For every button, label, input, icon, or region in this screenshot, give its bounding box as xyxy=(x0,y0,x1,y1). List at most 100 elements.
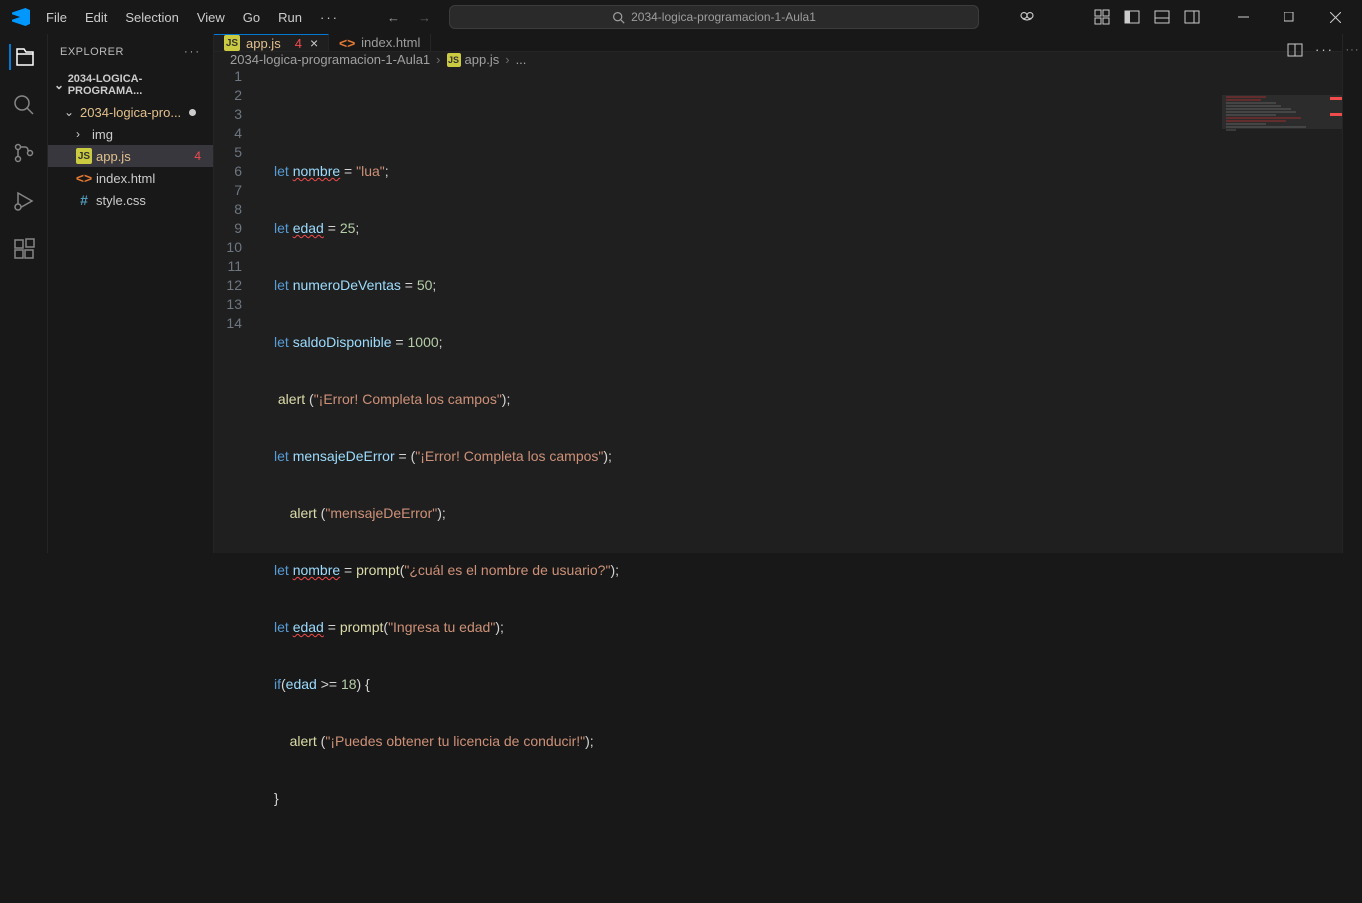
line-number: 5 xyxy=(214,143,242,162)
minimap[interactable] xyxy=(1222,95,1342,255)
layout-sidebar-left-icon[interactable] xyxy=(1124,9,1140,25)
tree-label: app.js xyxy=(96,149,131,164)
nav-arrows: ← → xyxy=(387,10,431,25)
tree-folder-img[interactable]: › img xyxy=(48,123,213,145)
code-editor[interactable]: 1 2 3 4 5 6 7 8 9 10 11 12 13 14 let nom… xyxy=(214,67,1342,903)
tab-appjs[interactable]: JS app.js 4 × xyxy=(214,34,329,51)
search-text: 2034-logica-programacion-1-Aula1 xyxy=(631,10,816,24)
menu-go[interactable]: Go xyxy=(235,6,268,29)
explorer-label: EXPLORER xyxy=(60,46,124,58)
layout-customize-icon[interactable] xyxy=(1094,9,1110,25)
tree-label: img xyxy=(92,127,113,142)
code-line: let nombre = prompt("¿cuál es el nombre … xyxy=(274,561,1342,580)
nav-forward-icon[interactable]: → xyxy=(418,10,431,25)
editor-area: JS app.js 4 × <> index.html ··· 2034-log… xyxy=(214,34,1342,553)
copilot-icon[interactable] xyxy=(1018,8,1036,26)
chevron-right-icon: › xyxy=(76,127,88,141)
line-number: 7 xyxy=(214,181,242,200)
code-line xyxy=(274,105,1342,124)
code-content[interactable]: let nombre = "lua"; let edad = 25; let n… xyxy=(260,67,1342,903)
css-file-icon: # xyxy=(76,192,92,208)
close-icon[interactable]: × xyxy=(310,35,318,51)
menu-more-icon[interactable]: ··· xyxy=(312,6,347,29)
line-number: 1 xyxy=(214,67,242,86)
modified-dot-icon xyxy=(189,109,196,116)
tree-file-appjs[interactable]: JS app.js 4 xyxy=(48,145,213,167)
tree-folder-sub[interactable]: ⌄ 2034-logica-pro... xyxy=(48,101,213,123)
tree-file-indexhtml[interactable]: <> index.html xyxy=(48,167,213,189)
code-line: let edad = prompt("Ingresa tu edad"); xyxy=(274,618,1342,637)
vscode-logo-icon xyxy=(12,8,30,26)
line-number: 14 xyxy=(214,314,242,333)
line-number: 12 xyxy=(214,276,242,295)
tab-bar: JS app.js 4 × <> index.html ··· xyxy=(214,34,1342,52)
tree-label: index.html xyxy=(96,171,155,186)
code-line: let numeroDeVentas = 50; xyxy=(274,276,1342,295)
workspace-root[interactable]: ⌄ 2034-LOGICA-PROGRAMA... xyxy=(48,69,213,101)
breadcrumb-file[interactable]: app.js xyxy=(465,52,500,67)
html-file-icon: <> xyxy=(339,35,355,51)
menu-run[interactable]: Run xyxy=(270,6,310,29)
error-marker[interactable] xyxy=(1330,113,1342,116)
source-control-icon[interactable] xyxy=(11,140,37,166)
breadcrumb[interactable]: 2034-logica-programacion-1-Aula1 › JS ap… xyxy=(214,52,1342,67)
code-line: alert ("¡Puedes obtener tu licencia de c… xyxy=(274,732,1342,751)
code-line: let edad = 25; xyxy=(274,219,1342,238)
layout-sidebar-right-icon[interactable] xyxy=(1184,9,1200,25)
editor-actions: ··· xyxy=(1287,42,1334,58)
activity-bar xyxy=(0,34,48,553)
split-editor-icon[interactable] xyxy=(1287,42,1303,58)
error-count: 4 xyxy=(194,149,201,163)
line-number: 9 xyxy=(214,219,242,238)
chevron-down-icon: ⌄ xyxy=(54,78,66,92)
window-controls xyxy=(1220,0,1358,34)
main-layout: EXPLORER ··· ⌄ 2034-LOGICA-PROGRAMA... ⌄… xyxy=(0,34,1362,553)
layout-panel-icon[interactable] xyxy=(1154,9,1170,25)
minimap-viewport[interactable] xyxy=(1222,95,1342,129)
menu-view[interactable]: View xyxy=(189,6,233,29)
breadcrumb-folder[interactable]: 2034-logica-programacion-1-Aula1 xyxy=(230,52,430,67)
file-tree: ⌄ 2034-logica-pro... › img JS app.js 4 <… xyxy=(48,101,213,211)
breadcrumb-symbol[interactable]: ... xyxy=(516,52,527,67)
line-number: 13 xyxy=(214,295,242,314)
right-rail-more-icon[interactable]: ··· xyxy=(1346,44,1360,56)
menu-bar: File Edit Selection View Go Run ··· xyxy=(38,6,347,29)
search-activity-icon[interactable] xyxy=(11,92,37,118)
code-line: let nombre = "lua"; xyxy=(274,162,1342,181)
explorer-icon[interactable] xyxy=(9,44,37,70)
run-debug-icon[interactable] xyxy=(11,188,37,214)
command-center[interactable]: 2034-logica-programacion-1-Aula1 xyxy=(449,5,979,29)
code-line: alert ("¡Error! Completa los campos"); xyxy=(274,390,1342,409)
tab-indexhtml[interactable]: <> index.html xyxy=(329,34,431,51)
code-line: let saldoDisponible = 1000; xyxy=(274,333,1342,352)
extensions-icon[interactable] xyxy=(11,236,37,262)
title-bar: File Edit Selection View Go Run ··· ← → … xyxy=(0,0,1362,34)
explorer-more-icon[interactable]: ··· xyxy=(184,46,201,58)
workspace-root-label: 2034-LOGICA-PROGRAMA... xyxy=(68,73,213,97)
menu-file[interactable]: File xyxy=(38,6,75,29)
error-marker[interactable] xyxy=(1330,97,1342,100)
tree-file-stylecss[interactable]: # style.css xyxy=(48,189,213,211)
menu-selection[interactable]: Selection xyxy=(117,6,186,29)
tree-label: style.css xyxy=(96,193,146,208)
line-gutter: 1 2 3 4 5 6 7 8 9 10 11 12 13 14 xyxy=(214,67,260,903)
search-icon xyxy=(612,11,625,24)
minimize-button[interactable] xyxy=(1220,0,1266,34)
line-number: 10 xyxy=(214,238,242,257)
chevron-right-icon: › xyxy=(436,52,440,67)
close-button[interactable] xyxy=(1312,0,1358,34)
tab-error-count: 4 xyxy=(295,36,302,51)
nav-back-icon[interactable]: ← xyxy=(387,10,400,25)
tree-label: 2034-logica-pro... xyxy=(80,105,181,120)
code-line: } xyxy=(274,789,1342,808)
editor-more-icon[interactable]: ··· xyxy=(1315,42,1334,58)
maximize-button[interactable] xyxy=(1266,0,1312,34)
html-file-icon: <> xyxy=(76,170,92,186)
code-line: alert ("mensajeDeError"); xyxy=(274,504,1342,523)
code-line: let mensajeDeError = ("¡Error! Completa … xyxy=(274,447,1342,466)
code-line xyxy=(274,846,1342,865)
tab-label: index.html xyxy=(361,35,420,50)
chevron-right-icon: › xyxy=(505,52,509,67)
js-file-icon: JS xyxy=(224,35,240,51)
menu-edit[interactable]: Edit xyxy=(77,6,115,29)
